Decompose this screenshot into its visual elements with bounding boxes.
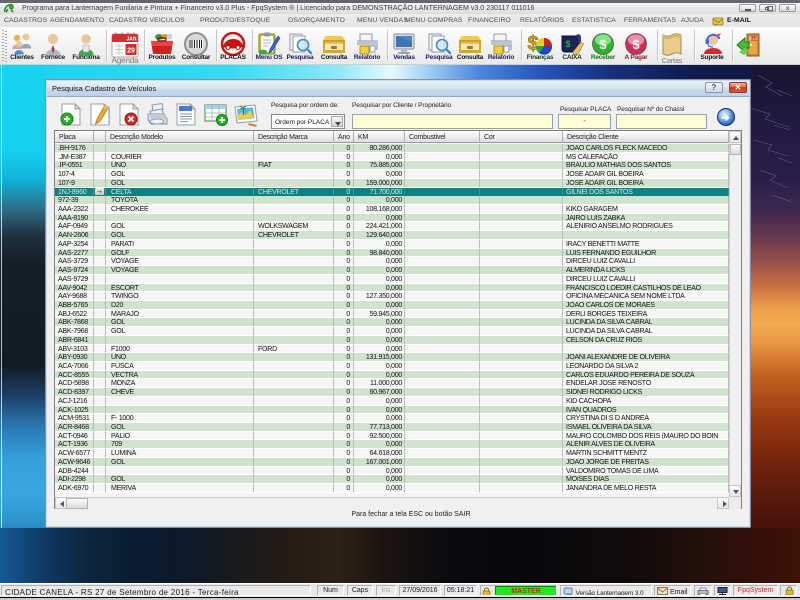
svg-text:EXIT: EXIT xyxy=(750,37,758,41)
svg-text:$: $ xyxy=(632,37,640,52)
svg-text:JAN: JAN xyxy=(126,36,136,42)
svg-text:$: $ xyxy=(565,39,570,49)
svg-text:$: $ xyxy=(599,37,607,52)
svg-text:29: 29 xyxy=(127,47,135,54)
